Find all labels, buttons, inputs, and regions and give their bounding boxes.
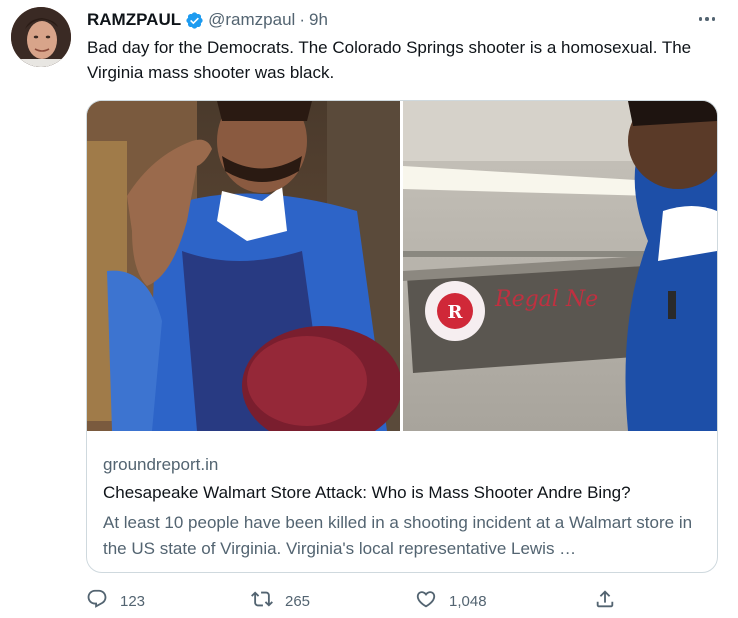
tweet-header: RAMZPAUL @ramzpaul · 9h — [87, 9, 718, 31]
share-button[interactable] — [594, 589, 616, 613]
card-title[interactable]: Chesapeake Walmart Store Attack: Who is … — [103, 481, 703, 505]
like-button[interactable]: 1,048 — [415, 589, 487, 613]
tweet-text: Bad day for the Democrats. The Colorado … — [87, 38, 692, 82]
action-bar: 123 265 1,048 — [86, 589, 626, 613]
card-domain: groundreport.in — [103, 455, 219, 474]
avatar[interactable] — [11, 7, 71, 67]
card-description: At least 10 people have been killed in a… — [103, 513, 693, 558]
reply-icon — [86, 588, 108, 614]
tweet[interactable]: RAMZPAUL @ramzpaul · 9h Bad day for the … — [0, 0, 738, 618]
card-image-left — [87, 101, 400, 431]
reply-button[interactable]: 123 — [86, 589, 145, 613]
timestamp[interactable]: 9h — [309, 10, 328, 30]
heart-icon — [415, 588, 437, 614]
card-media[interactable]: R Regal Ne — [87, 101, 717, 431]
retweet-button[interactable]: 265 — [251, 589, 310, 613]
verified-badge-icon — [185, 11, 204, 30]
retweet-count: 265 — [285, 592, 311, 610]
separator-dot: · — [299, 10, 305, 29]
link-card[interactable]: R Regal Ne groundreport.in Chesapeake Wa… — [86, 100, 718, 573]
card-body[interactable]: groundreport.in Chesapeake Walmart Store… — [103, 453, 703, 562]
share-icon — [594, 588, 616, 614]
display-name[interactable]: RAMZPAUL — [87, 10, 181, 30]
handle[interactable]: @ramzpaul — [208, 10, 295, 30]
reply-count: 123 — [120, 592, 146, 610]
card-image-right: R Regal Ne — [403, 101, 717, 431]
svg-text:R: R — [448, 302, 464, 323]
more-options-icon[interactable] — [694, 8, 720, 30]
like-count: 1,048 — [449, 592, 487, 610]
retweet-icon — [251, 588, 273, 614]
store-sign-text: Regal Ne — [494, 287, 598, 312]
